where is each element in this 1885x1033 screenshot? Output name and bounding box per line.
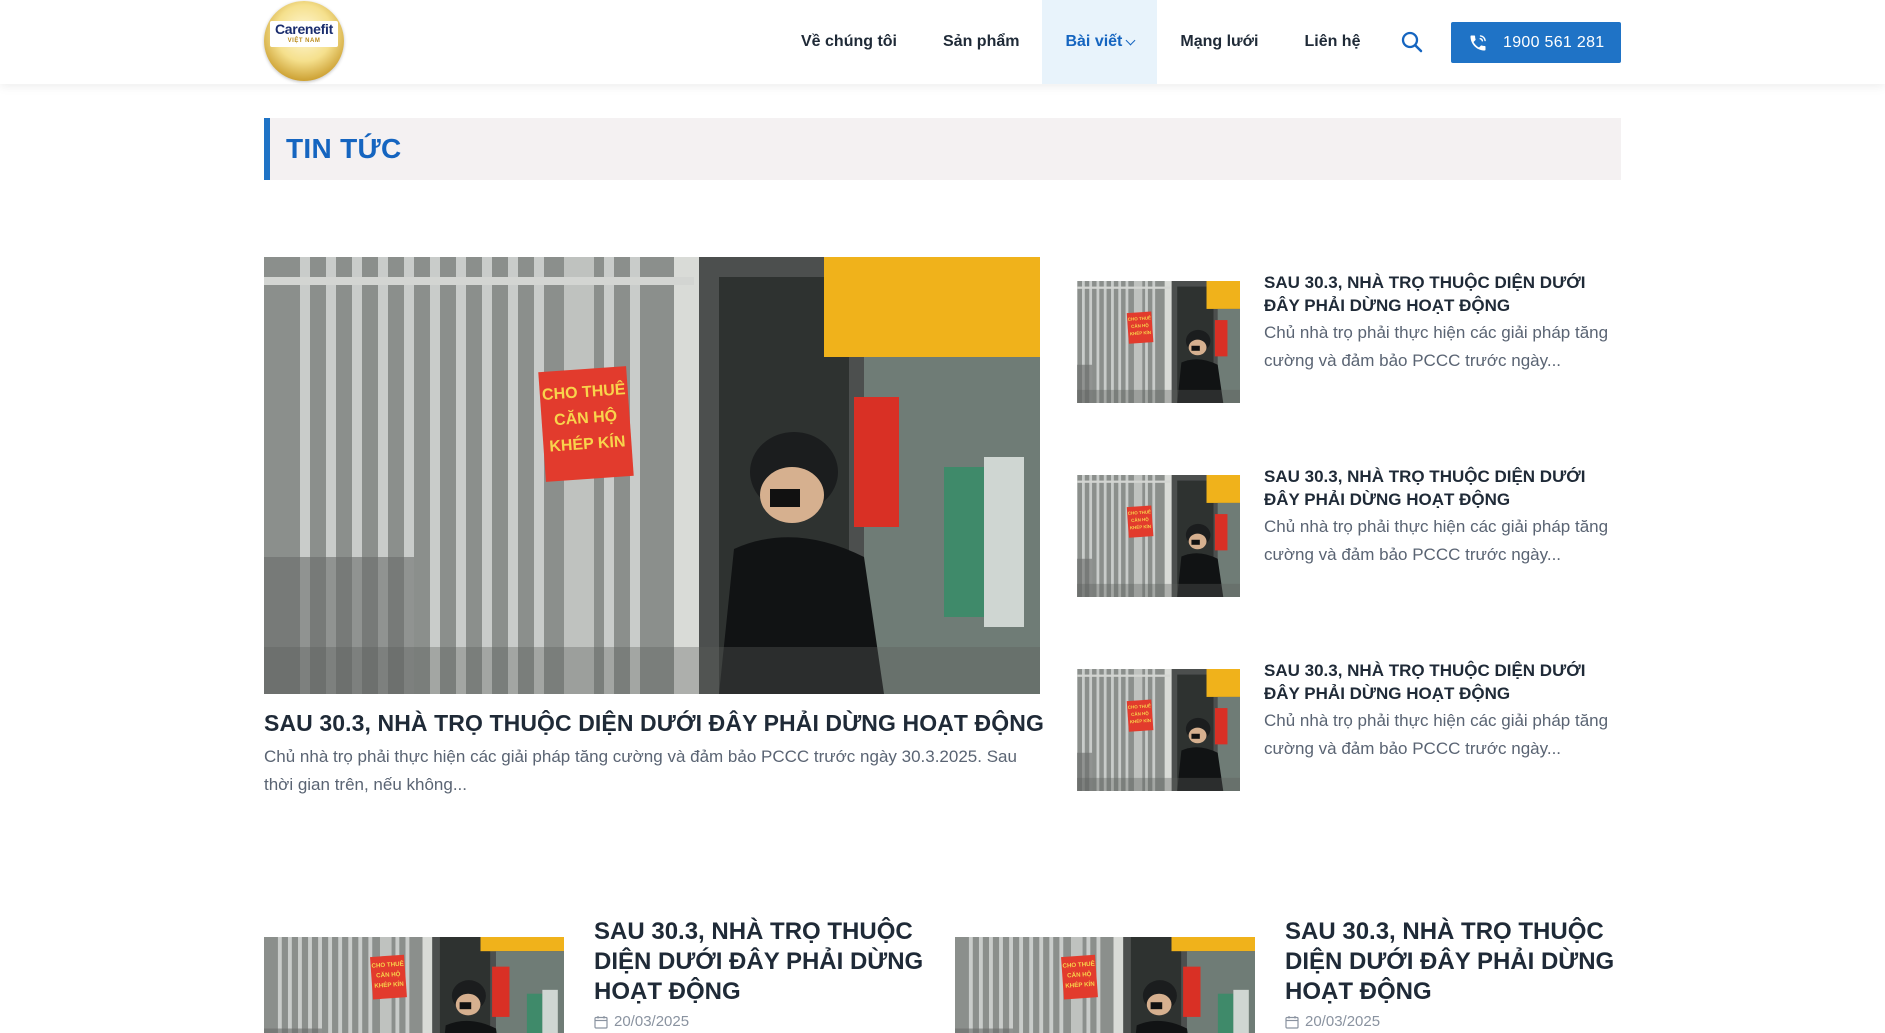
grid-post-date: 20/03/2025: [1285, 1013, 1380, 1030]
main-nav: Về chúng tôi Sản phẩm Bài viết Mạng lưới…: [778, 0, 1383, 84]
side-post: SAU 30.3, NHÀ TRỌ THUỘC DIỆN DƯỚI ĐÂY PH…: [1077, 451, 1622, 581]
grid-post-thumbnail[interactable]: [264, 937, 564, 1033]
nav-item-contact[interactable]: Liên hệ: [1281, 0, 1383, 84]
nav-item-label: Về chúng tôi: [801, 33, 897, 50]
search-button[interactable]: [1400, 30, 1424, 54]
side-post-excerpt: Chủ nhà trọ phải thực hiện các giải pháp…: [1264, 711, 1609, 758]
side-post-title[interactable]: SAU 30.3, NHÀ TRỌ THUỘC DIỆN DƯỚI ĐÂY PH…: [1264, 465, 1609, 511]
side-post-thumbnail[interactable]: [1077, 475, 1240, 597]
grid-post-title[interactable]: SAU 30.3, NHÀ TRỌ THUỘC DIỆN DƯỚI ĐÂY PH…: [594, 917, 924, 1007]
side-post-thumbnail[interactable]: [1077, 669, 1240, 791]
side-post: SAU 30.3, NHÀ TRỌ THUỘC DIỆN DƯỚI ĐÂY PH…: [1077, 645, 1622, 775]
hotline-button[interactable]: 1900 561 281: [1451, 22, 1621, 63]
site-header: Carenefit VIỆT NAM Về chúng tôi Sản phẩm…: [0, 0, 1885, 84]
brand-logo[interactable]: Carenefit VIỆT NAM: [264, 1, 344, 81]
grid-post-date: 20/03/2025: [594, 1013, 689, 1030]
post-date-text: 20/03/2025: [1305, 1013, 1381, 1030]
side-post-title[interactable]: SAU 30.3, NHÀ TRỌ THUỘC DIỆN DƯỚI ĐÂY PH…: [1264, 659, 1609, 705]
side-post-title[interactable]: SAU 30.3, NHÀ TRỌ THUỘC DIỆN DƯỚI ĐÂY PH…: [1264, 271, 1609, 317]
nav-item-about[interactable]: Về chúng tôi: [778, 0, 920, 84]
featured-post-excerpt: Chủ nhà trọ phải thực hiện các giải pháp…: [264, 747, 1017, 794]
side-post: SAU 30.3, NHÀ TRỌ THUỘC DIỆN DƯỚI ĐÂY PH…: [1077, 257, 1622, 387]
nav-item-network[interactable]: Mạng lưới: [1157, 0, 1281, 84]
post-photo: [264, 937, 564, 1033]
nav-item-label: Sản phẩm: [943, 33, 1020, 50]
post-photo: [1077, 669, 1240, 791]
side-post-thumbnail[interactable]: [1077, 281, 1240, 403]
post-photo: [1077, 475, 1240, 597]
grid-post: SAU 30.3, NHÀ TRỌ THUỘC DIỆN DƯỚI ĐÂY PH…: [955, 917, 1635, 1033]
hotline-number: 1900 561 281: [1503, 33, 1605, 51]
logo-text: Carenefit: [275, 21, 333, 37]
side-post-excerpt: Chủ nhà trọ phải thực hiện các giải pháp…: [1264, 323, 1609, 370]
logo-subtext: VIỆT NAM: [287, 38, 321, 44]
featured-post-image[interactable]: [264, 257, 1040, 694]
nav-item-products[interactable]: Sản phẩm: [920, 0, 1042, 84]
side-post-excerpt: Chủ nhà trọ phải thực hiện các giải pháp…: [1264, 517, 1609, 564]
grid-post: SAU 30.3, NHÀ TRỌ THUỘC DIỆN DƯỚI ĐÂY PH…: [264, 917, 944, 1033]
chevron-down-icon: [1125, 35, 1136, 45]
grid-post-title[interactable]: SAU 30.3, NHÀ TRỌ THUỘC DIỆN DƯỚI ĐÂY PH…: [1285, 917, 1615, 1007]
grid-post-thumbnail[interactable]: [955, 937, 1255, 1033]
calendar-icon: [594, 1015, 608, 1029]
page-title: TIN TỨC: [286, 133, 402, 164]
calendar-icon: [1285, 1015, 1299, 1029]
phone-icon: [1470, 34, 1486, 50]
post-photo: [264, 257, 1040, 694]
nav-item-label: Bài viết: [1065, 33, 1123, 50]
nav-item-label: Mạng lưới: [1180, 33, 1259, 50]
post-date-text: 20/03/2025: [614, 1013, 690, 1030]
post-photo: [1077, 281, 1240, 403]
logo-badge: Carenefit VIỆT NAM: [270, 21, 338, 47]
search-icon: [1401, 31, 1423, 53]
featured-post-title[interactable]: SAU 30.3, NHÀ TRỌ THUỘC DIỆN DƯỚI ĐÂY PH…: [264, 710, 1054, 737]
post-photo: [955, 937, 1255, 1033]
nav-item-label: Liên hệ: [1304, 33, 1361, 50]
nav-item-posts[interactable]: Bài viết: [1042, 0, 1158, 84]
page-title-bar: TIN TỨC: [264, 118, 1621, 180]
